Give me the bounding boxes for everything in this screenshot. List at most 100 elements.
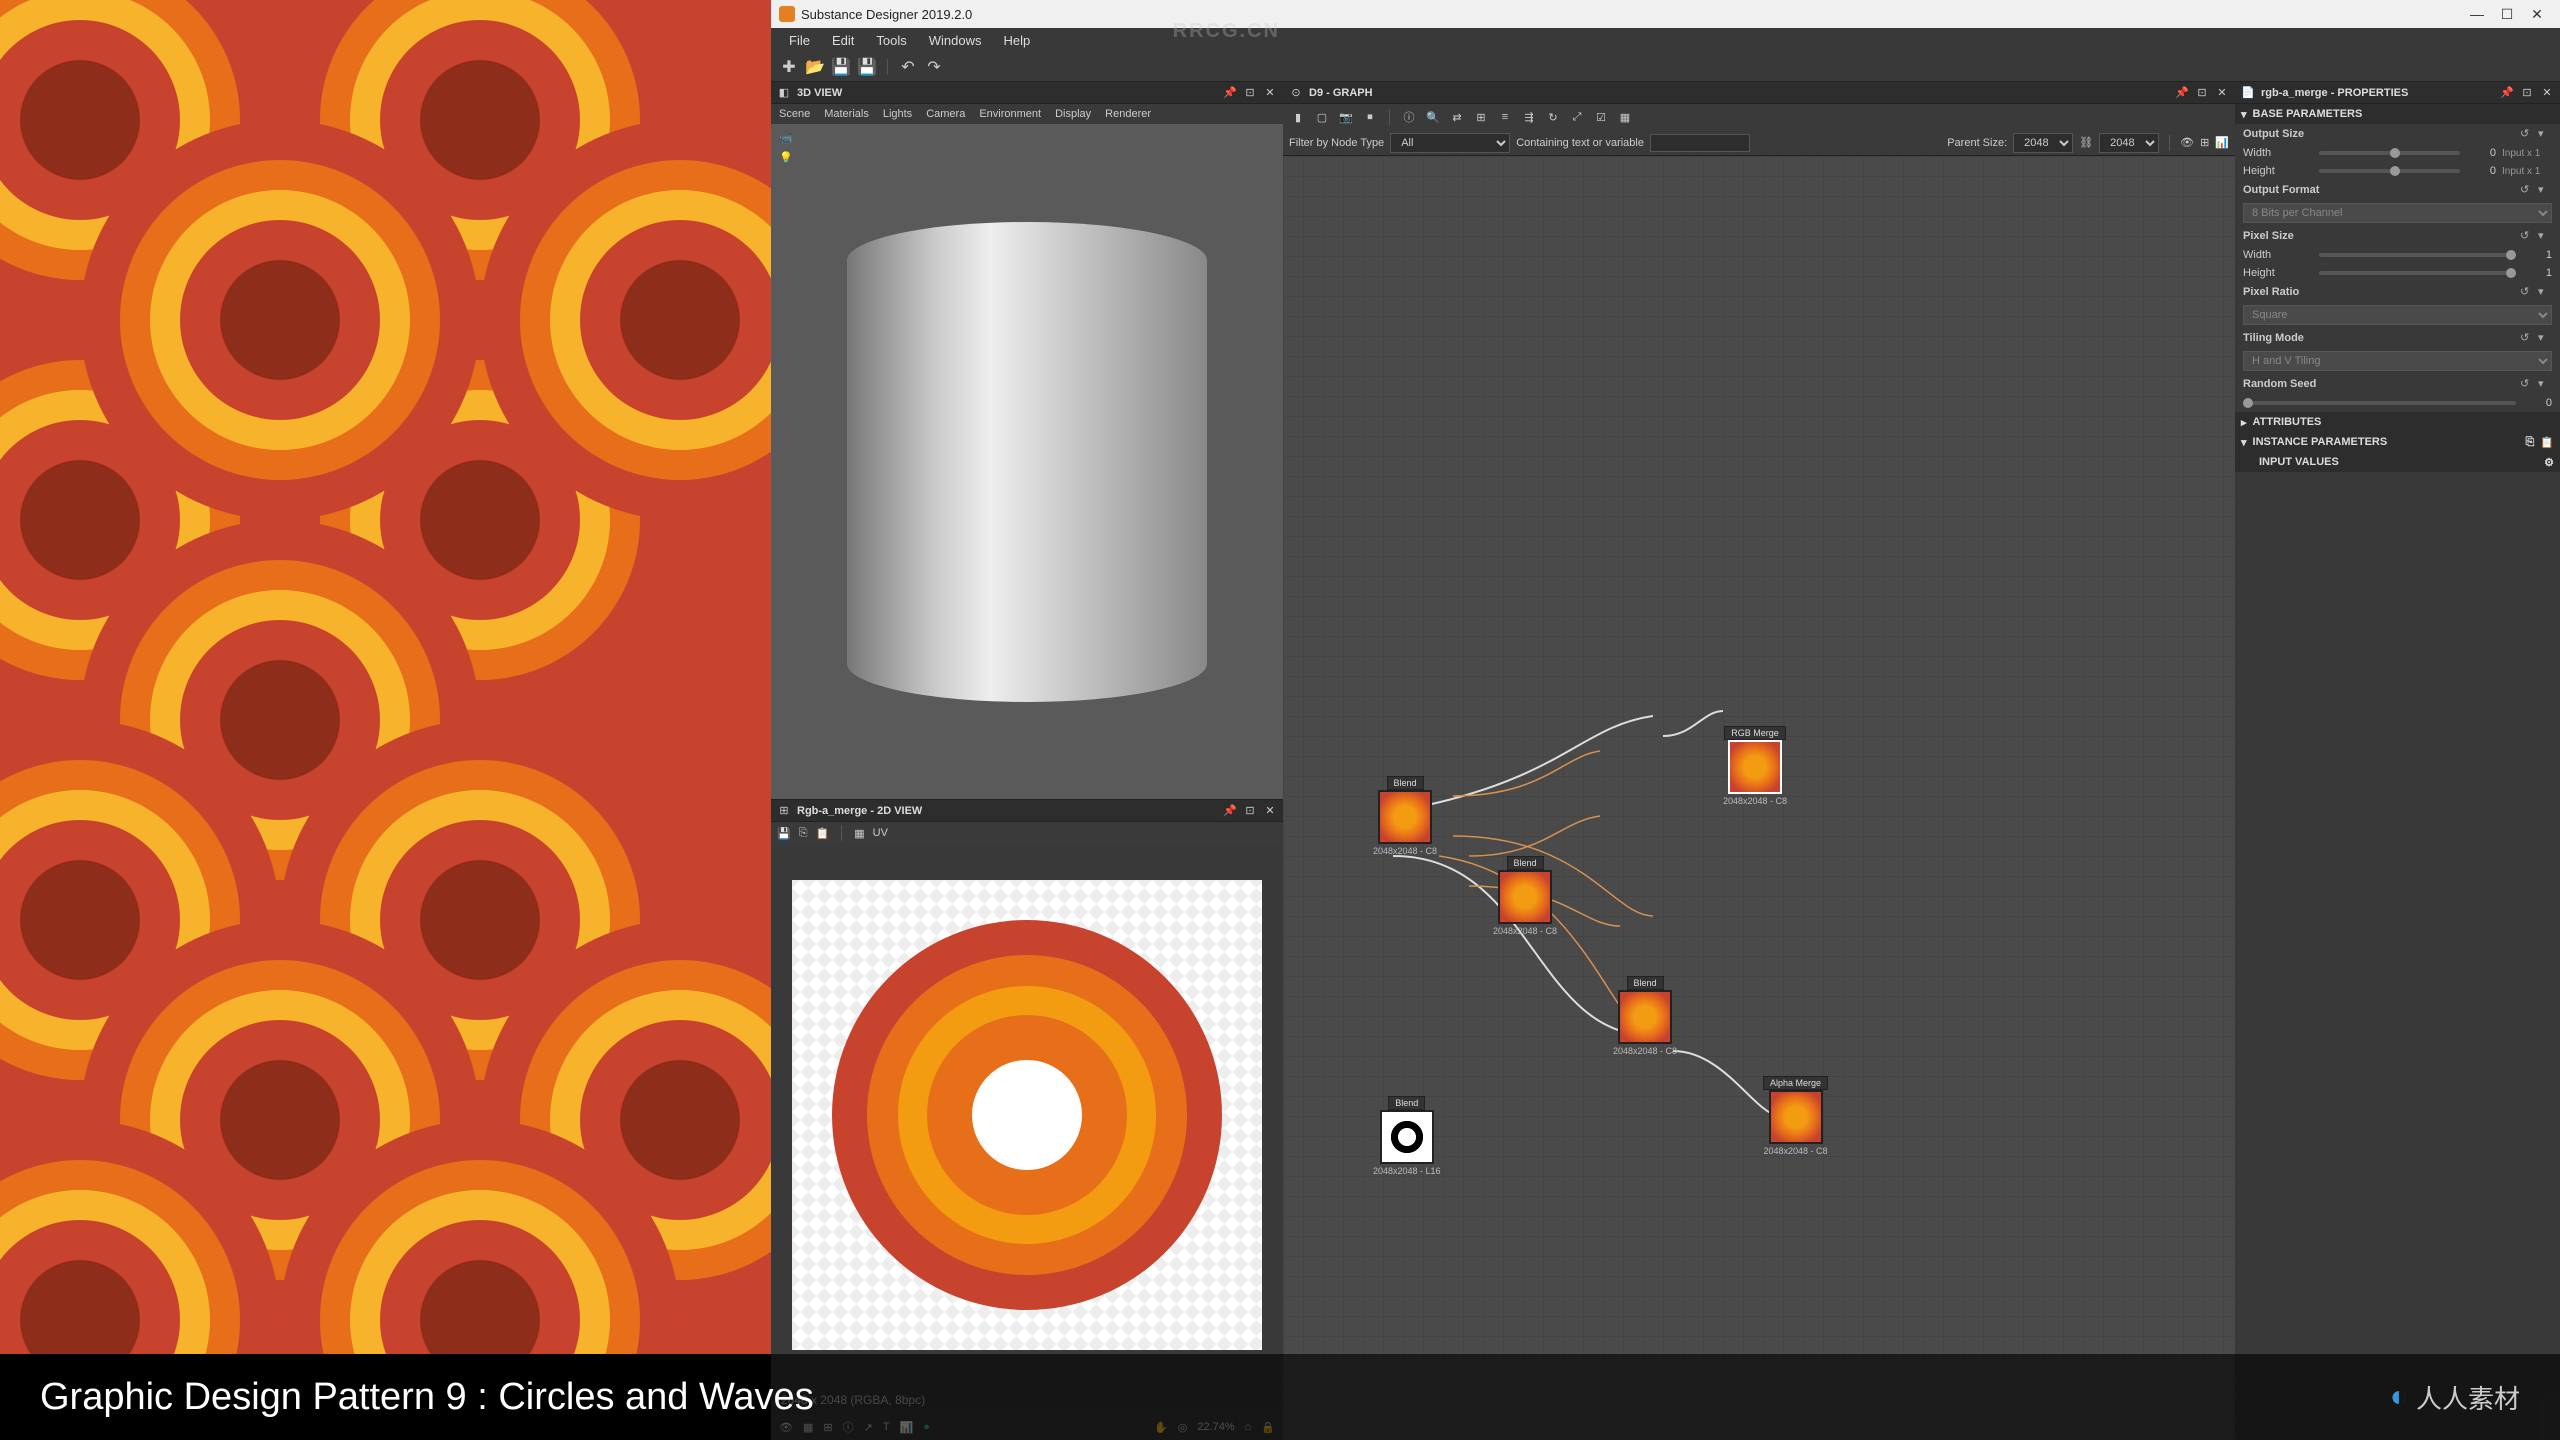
pin-icon[interactable]: 📌 — [1223, 86, 1237, 100]
more-icon[interactable]: ▾ — [2538, 183, 2552, 197]
save-icon[interactable]: 💾 — [777, 827, 791, 840]
dock-icon[interactable]: ⊡ — [1243, 86, 1257, 100]
submenu-lights[interactable]: Lights — [883, 108, 912, 120]
pin-icon[interactable]: 📌 — [2500, 86, 2514, 100]
close-button[interactable]: ✕ — [2522, 2, 2552, 26]
menu-tools[interactable]: Tools — [866, 31, 916, 50]
menu-bar: File Edit Tools Windows Help — [771, 28, 2560, 52]
channel-icon[interactable]: ▦ — [854, 827, 864, 840]
reset-icon[interactable]: ↺ — [2520, 285, 2534, 299]
minimize-button[interactable]: — — [2462, 2, 2492, 26]
seed-slider[interactable] — [2243, 401, 2516, 405]
width-slider[interactable] — [2319, 151, 2460, 155]
more-icon[interactable]: ▾ — [2538, 331, 2552, 345]
link-icon[interactable]: ⛓ — [2079, 136, 2093, 149]
node-rgbmerge[interactable]: RGB Merge 2048x2048 - C8 — [1723, 726, 1787, 806]
height-slider[interactable] — [2319, 169, 2460, 173]
check-icon[interactable]: ☑ — [1592, 108, 1610, 126]
tiling-select[interactable]: H and V Tiling — [2243, 351, 2552, 371]
section-instance-params[interactable]: ▾ INSTANCE PARAMETERS ⎘ 📋 — [2235, 432, 2560, 452]
menu-edit[interactable]: Edit — [822, 31, 864, 50]
light-icon[interactable]: 💡 — [779, 151, 793, 164]
dock-icon[interactable]: ⊡ — [2520, 86, 2534, 100]
more-icon[interactable]: ▾ — [2538, 377, 2552, 391]
reset-icon[interactable]: ↺ — [2520, 331, 2534, 345]
view3d-canvas[interactable]: 📹 💡 — [771, 124, 1283, 800]
more-icon[interactable]: ▾ — [2538, 127, 2552, 141]
submenu-environment[interactable]: Environment — [979, 108, 1041, 120]
more-icon[interactable]: ▾ — [2538, 285, 2552, 299]
select-icon[interactable]: ▮ — [1289, 108, 1307, 126]
section-input-values[interactable]: INPUT VALUES ⚙ — [2235, 452, 2560, 472]
reset-icon[interactable]: ↺ — [2520, 127, 2534, 141]
paste-icon[interactable]: 📋 — [816, 827, 830, 840]
submenu-materials[interactable]: Materials — [824, 108, 869, 120]
menu-file[interactable]: File — [779, 31, 820, 50]
undo-icon[interactable]: ↶ — [898, 57, 918, 77]
dock-icon[interactable]: ⊡ — [2195, 86, 2209, 100]
reset-icon[interactable]: ↺ — [2520, 229, 2534, 243]
node-blend4[interactable]: Blend 2048x2048 - L16 — [1373, 1096, 1441, 1176]
camera-icon[interactable]: 📷 — [1337, 108, 1355, 126]
stats-icon[interactable]: 📊 — [2215, 136, 2229, 149]
reload-icon[interactable]: ↻ — [1544, 108, 1562, 126]
menu-windows[interactable]: Windows — [919, 31, 992, 50]
section-base-params[interactable]: ▾ BASE PARAMETERS — [2235, 104, 2560, 124]
submenu-scene[interactable]: Scene — [779, 108, 810, 120]
close-panel-icon[interactable]: ✕ — [2540, 86, 2554, 100]
reset-icon[interactable]: ↺ — [2520, 377, 2534, 391]
close-panel-icon[interactable]: ✕ — [2215, 86, 2229, 100]
filter-type-select[interactable]: All — [1390, 133, 1510, 153]
grid-icon[interactable]: ▦ — [1616, 108, 1634, 126]
save-icon[interactable]: 💾 — [831, 57, 851, 77]
title-bar: Substance Designer 2019.2.0 — ☐ ✕ — [771, 0, 2560, 28]
search-icon[interactable]: 🔍 — [1424, 108, 1442, 126]
menu-help[interactable]: Help — [993, 31, 1040, 50]
reset-icon[interactable]: ↺ — [2520, 183, 2534, 197]
output-format-select[interactable]: 8 Bits per Channel — [2243, 203, 2552, 223]
eyes-icon[interactable]: 👁 — [2180, 136, 2194, 149]
info-icon[interactable]: ⓘ — [1400, 108, 1418, 126]
submenu-camera[interactable]: Camera — [926, 108, 965, 120]
dock-icon[interactable]: ⊡ — [1243, 804, 1257, 818]
redo-icon[interactable]: ↷ — [924, 57, 944, 77]
parent-height-select[interactable]: 2048 — [2099, 133, 2159, 153]
copy-icon[interactable]: ⎘ — [2525, 436, 2534, 449]
node-icon[interactable]: ▢ — [1313, 108, 1331, 126]
link-icon[interactable]: ⇄ — [1448, 108, 1466, 126]
section-attributes[interactable]: ▸ ATTRIBUTES — [2235, 412, 2560, 432]
uv-label[interactable]: UV — [873, 827, 888, 839]
node-blend2[interactable]: Blend 2048x2048 - C8 — [1493, 856, 1557, 936]
gear-icon[interactable]: ⚙ — [2544, 456, 2554, 469]
parent-width-select[interactable]: 2048 — [2013, 133, 2073, 153]
node-alphamerge[interactable]: Alpha Merge 2048x2048 - C8 — [1763, 1076, 1828, 1156]
camera-icon[interactable]: 📹 — [779, 132, 793, 145]
pixel-ratio-select[interactable]: Square — [2243, 305, 2552, 325]
copy-icon[interactable]: ⎘ — [799, 827, 808, 840]
flow-icon[interactable]: ⇶ — [1520, 108, 1538, 126]
stop-icon[interactable]: ⏹ — [1361, 108, 1379, 126]
px-height-slider[interactable] — [2319, 271, 2516, 275]
view2d-canvas[interactable] — [771, 844, 1283, 1386]
close-panel-icon[interactable]: ✕ — [1263, 86, 1277, 100]
node-blend3[interactable]: Blend 2048x2048 - C8 — [1613, 976, 1677, 1056]
submenu-display[interactable]: Display — [1055, 108, 1091, 120]
pin-icon[interactable]: 📌 — [2175, 86, 2189, 100]
px-width-slider[interactable] — [2319, 253, 2516, 257]
submenu-renderer[interactable]: Renderer — [1105, 108, 1151, 120]
expand-icon[interactable]: ⤢ — [1568, 108, 1586, 126]
maximize-button[interactable]: ☐ — [2492, 2, 2522, 26]
open-icon[interactable]: 📂 — [805, 57, 825, 77]
tree-icon[interactable]: ⊞ — [1472, 108, 1490, 126]
save-all-icon[interactable]: 💾 — [857, 57, 877, 77]
graph-canvas[interactable]: Blend 2048x2048 - C8 Blend 2048x2048 - C… — [1283, 156, 2235, 1440]
paste-icon[interactable]: 📋 — [2540, 436, 2554, 449]
more-icon[interactable]: ▾ — [2538, 229, 2552, 243]
contain-input[interactable] — [1650, 134, 1750, 152]
new-icon[interactable]: ✚ — [779, 57, 799, 77]
node-blend1[interactable]: Blend 2048x2048 - C8 — [1373, 776, 1437, 856]
close-panel-icon[interactable]: ✕ — [1263, 804, 1277, 818]
pin-icon[interactable]: 📌 — [1223, 804, 1237, 818]
align-icon[interactable]: ≡ — [1496, 108, 1514, 126]
grid-snap-icon[interactable]: ⊞ — [2200, 136, 2209, 149]
